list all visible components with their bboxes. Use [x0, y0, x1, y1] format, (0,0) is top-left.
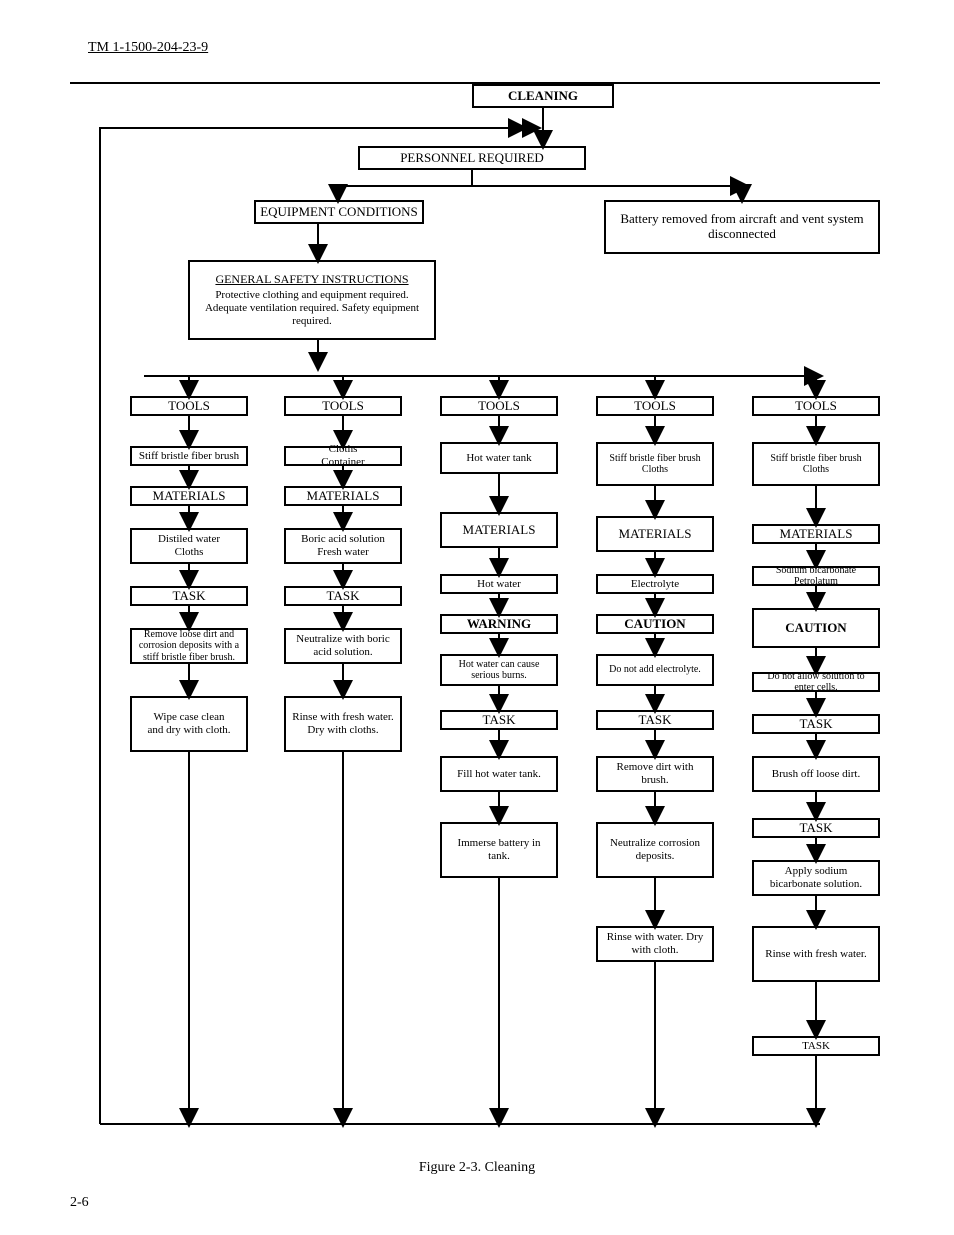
- c1-tools-body: Stiff bristle fiber brush: [130, 446, 248, 466]
- c5-materials: MATERIALS: [752, 524, 880, 544]
- node-equip-cond-detail: Battery removed from aircraft and vent s…: [604, 200, 880, 254]
- node-personnel: PERSONNEL REQUIRED: [358, 146, 586, 170]
- c5-task-body: Brush off loose dirt.: [752, 756, 880, 792]
- figure-caption: Figure 2-3. Cleaning: [0, 1160, 954, 1176]
- c5-task3: Rinse with fresh water.: [752, 926, 880, 982]
- c4-tools-body: Stiff bristle fiber brush Cloths: [596, 442, 714, 486]
- c4-materials: MATERIALS: [596, 516, 714, 552]
- c5-task2: TASK: [752, 818, 880, 838]
- node-safety: GENERAL SAFETY INSTRUCTIONS Protective c…: [188, 260, 436, 340]
- c4-tools: TOOLS: [596, 396, 714, 416]
- c5-tools: TOOLS: [752, 396, 880, 416]
- node-cleaning: CLEANING: [472, 84, 614, 108]
- c5-task: TASK: [752, 714, 880, 734]
- c1-task2: Wipe case clean and dry with cloth.: [130, 696, 248, 752]
- c5-materials-body: Sodium bicarbonate Petrolatum: [752, 566, 880, 586]
- doc-id: TM 1-1500-204-23-9: [88, 40, 208, 56]
- c3-materials-body: Hot water: [440, 574, 558, 594]
- c1-task-body: Remove loose dirt and corrosion deposits…: [130, 628, 248, 664]
- c5-task2-body: Apply sodium bicarbonate solution.: [752, 860, 880, 896]
- c4-caution-body: Do not add electrolyte.: [596, 654, 714, 686]
- c3-tools-body: Hot water tank: [440, 442, 558, 474]
- c2-task2: Rinse with fresh water. Dry with cloths.: [284, 696, 402, 752]
- c2-materials: MATERIALS: [284, 486, 402, 506]
- c5-task4: TASK: [752, 1036, 880, 1056]
- c4-materials-body: Electrolyte: [596, 574, 714, 594]
- c2-tools-body: Cloths Container: [284, 446, 402, 466]
- c1-tools: TOOLS: [130, 396, 248, 416]
- c4-task-body: Remove dirt with brush.: [596, 756, 714, 792]
- page: TM 1-1500-204-23-9 CLEANING PERSONNEL RE…: [0, 0, 954, 1235]
- node-equip-cond: EQUIPMENT CONDITIONS: [254, 200, 424, 224]
- c3-task: TASK: [440, 710, 558, 730]
- c3-task2: Immerse battery in tank.: [440, 822, 558, 878]
- c5-caution-body: Do not allow solution to enter cells.: [752, 672, 880, 692]
- c1-task: TASK: [130, 586, 248, 606]
- c2-materials-body: Boric acid solution Fresh water: [284, 528, 402, 564]
- safety-title: GENERAL SAFETY INSTRUCTIONS: [215, 273, 408, 287]
- c3-materials: MATERIALS: [440, 512, 558, 548]
- page-number: 2-6: [70, 1195, 89, 1211]
- c3-warning: WARNING: [440, 614, 558, 634]
- c4-task2: Neutralize corrosion deposits.: [596, 822, 714, 878]
- c1-materials-body: Distiled water Cloths: [130, 528, 248, 564]
- c3-task-body: Fill hot water tank.: [440, 756, 558, 792]
- c5-caution: CAUTION: [752, 608, 880, 648]
- c5-tools-body: Stiff bristle fiber brush Cloths: [752, 442, 880, 486]
- c1-materials: MATERIALS: [130, 486, 248, 506]
- c4-caution: CAUTION: [596, 614, 714, 634]
- safety-body: Protective clothing and equipment requir…: [194, 289, 430, 327]
- c2-task: TASK: [284, 586, 402, 606]
- c2-task-body: Neutralize with boric acid solution.: [284, 628, 402, 664]
- c4-task: TASK: [596, 710, 714, 730]
- c4-task3: Rinse with water. Dry with cloth.: [596, 926, 714, 962]
- c3-warning-body: Hot water can cause serious burns.: [440, 654, 558, 686]
- c2-tools: TOOLS: [284, 396, 402, 416]
- c3-tools: TOOLS: [440, 396, 558, 416]
